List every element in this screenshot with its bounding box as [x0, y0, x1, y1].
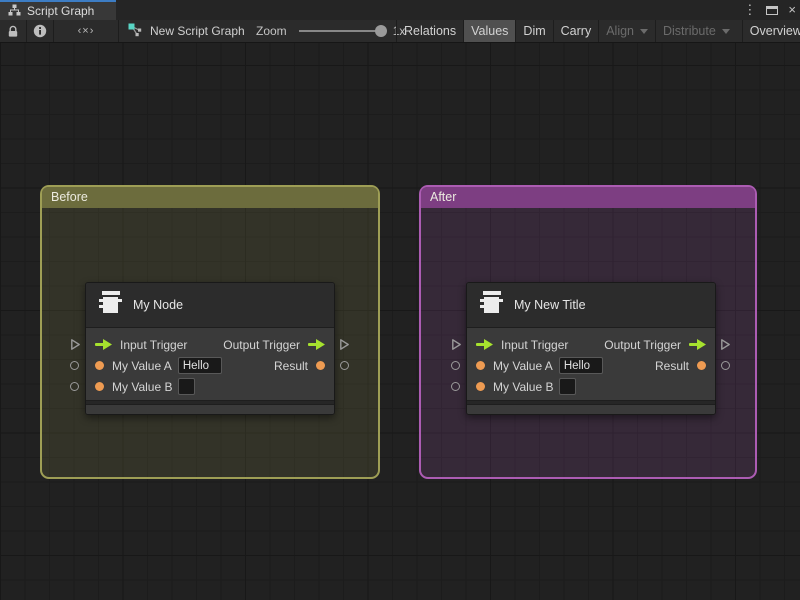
port-row-value-b: My Value B	[86, 376, 334, 397]
graph-name-label: New Script Graph	[150, 24, 245, 38]
chevron-down-icon	[640, 28, 648, 34]
value-a-port-icon[interactable]	[476, 361, 485, 370]
script-graph-window: Script Graph ⋮ × ‹×› New Script Graph Zo…	[0, 0, 800, 600]
trigger-in-port-icon[interactable]	[95, 339, 112, 350]
zoom-slider[interactable]	[298, 25, 387, 37]
port-label: Result	[273, 358, 308, 373]
code-toggle-icon: ‹×›	[77, 25, 95, 37]
value-a-input[interactable]	[177, 357, 222, 374]
port-label: My Value A	[493, 358, 553, 373]
tab-bar: Script Graph ⋮ ×	[0, 0, 800, 20]
port-label: Output Trigger	[223, 337, 300, 352]
port-row-trigger: Input Trigger Output Trigger	[467, 334, 715, 355]
value-b-port-icon[interactable]	[95, 382, 104, 391]
node-my-node[interactable]: My Node Input Trigger Output Trigger My …	[85, 282, 335, 415]
external-value-b-port[interactable]	[451, 382, 460, 391]
zoom-control: Zoom 1x	[256, 20, 405, 42]
unit-icon	[98, 291, 123, 319]
zoom-slider-handle[interactable]	[374, 25, 387, 37]
group-title: After	[430, 190, 457, 204]
value-b-input[interactable]	[178, 378, 196, 395]
port-label: My Value B	[112, 379, 173, 394]
value-a-port-icon[interactable]	[95, 361, 104, 370]
node-my-new-title[interactable]: My New Title Input Trigger Output Trigge…	[466, 282, 716, 415]
result-port-icon[interactable]	[316, 361, 325, 370]
values-button[interactable]: Values	[463, 20, 516, 42]
trigger-in-port-icon[interactable]	[476, 339, 493, 350]
unit-icon	[479, 291, 504, 319]
node-header[interactable]: My New Title	[467, 283, 715, 328]
external-value-a-port[interactable]	[451, 361, 460, 370]
port-label: My Value A	[112, 358, 172, 373]
align-dropdown[interactable]: Align	[598, 20, 655, 42]
external-result-port[interactable]	[721, 361, 730, 370]
port-label: Input Trigger	[501, 337, 569, 352]
maximize-icon[interactable]	[766, 5, 779, 15]
node-body: Input Trigger Output Trigger My Value A …	[467, 328, 715, 400]
value-b-input[interactable]	[559, 378, 577, 395]
result-port-icon[interactable]	[697, 361, 706, 370]
external-value-a-port[interactable]	[70, 361, 79, 370]
code-preview-button[interactable]: ‹×›	[54, 20, 118, 42]
port-label: My Value B	[493, 379, 554, 394]
toolbar-left-icons: ‹×›	[0, 20, 119, 42]
external-trigger-out-port[interactable]	[720, 338, 731, 356]
chevron-down-icon	[721, 28, 730, 34]
divider	[118, 20, 119, 42]
group-header[interactable]: After	[421, 187, 755, 208]
port-row-trigger: Input Trigger Output Trigger	[86, 334, 334, 355]
tab-script-graph[interactable]: Script Graph	[0, 0, 116, 20]
current-graph: New Script Graph	[128, 20, 245, 42]
relations-button[interactable]: Relations	[396, 20, 463, 42]
info-icon	[33, 24, 47, 38]
carry-button[interactable]: Carry	[552, 20, 599, 42]
menu-kebab-icon[interactable]: ⋮	[743, 0, 756, 20]
lock-icon	[8, 25, 18, 37]
info-button[interactable]	[27, 20, 53, 42]
port-label: Output Trigger	[604, 337, 681, 352]
value-b-port-icon[interactable]	[476, 382, 485, 391]
port-label: Result	[654, 358, 689, 373]
window-controls: ⋮ ×	[743, 0, 796, 20]
node-footer	[467, 404, 715, 414]
port-label: Input Trigger	[120, 337, 188, 352]
node-title: My Node	[133, 298, 184, 312]
tab-title: Script Graph	[27, 4, 95, 18]
trigger-out-port-icon[interactable]	[689, 339, 706, 350]
group-title: Before	[51, 190, 88, 204]
external-trigger-in-port[interactable]	[451, 338, 462, 356]
graph-hierarchy-icon	[8, 4, 21, 19]
port-row-value-a: My Value A Result	[86, 355, 334, 376]
node-body: Input Trigger Output Trigger My Value A …	[86, 328, 334, 400]
graph-toolbar: ‹×› New Script Graph Zoom 1x Relations V…	[0, 20, 800, 43]
group-header[interactable]: Before	[42, 187, 378, 208]
node-header[interactable]: My Node	[86, 283, 334, 328]
node-title: My New Title	[514, 298, 586, 312]
external-trigger-out-port[interactable]	[339, 338, 350, 356]
dim-button[interactable]: Dim	[515, 20, 552, 42]
overview-button[interactable]: Overview	[741, 20, 800, 42]
trigger-out-port-icon[interactable]	[308, 339, 325, 350]
lock-button[interactable]	[0, 20, 26, 42]
toolbar-toggle-buttons: Relations Values Dim Carry Align Distrib…	[396, 20, 800, 42]
script-graph-asset-icon	[128, 23, 143, 40]
value-a-input[interactable]	[558, 357, 603, 374]
close-icon[interactable]: ×	[788, 0, 796, 20]
port-row-value-b: My Value B	[467, 376, 715, 397]
port-row-value-a: My Value A Result	[467, 355, 715, 376]
external-trigger-in-port[interactable]	[70, 338, 81, 356]
zoom-label: Zoom	[256, 24, 287, 38]
external-value-b-port[interactable]	[70, 382, 79, 391]
external-result-port[interactable]	[340, 361, 349, 370]
distribute-dropdown[interactable]: Distribute	[655, 20, 737, 42]
node-footer	[86, 404, 334, 414]
